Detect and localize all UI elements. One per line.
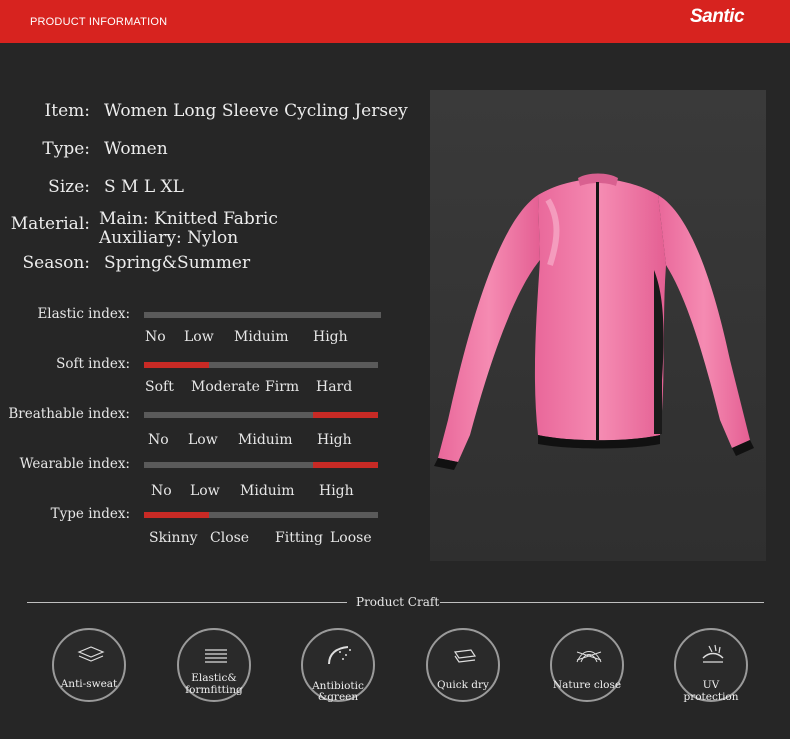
product-photo [430,90,766,561]
wearable-index-label: Wearable index: [19,456,130,472]
spec-material-label: Material: [10,214,90,234]
breathable-index-label: Breathable index: [8,406,130,422]
soft-index-fill [144,362,209,368]
craft-nature-close: Nature close [550,628,624,702]
wearable-option: No [151,483,172,499]
spec-type-value: Women [104,139,168,159]
spec-season-value: Spring&Summer [104,253,251,273]
craft-label: Quick dry [437,679,489,691]
craft-anti-sweat: Anti-sweat [52,628,126,702]
wearable-option: High [319,483,354,499]
craft-elastic: Elastic& formfitting [177,628,251,702]
breathable-index-bar [144,412,378,418]
elastic-option: High [313,329,348,345]
craft-label: UV protection [683,679,739,703]
spec-item-label: Item: [44,101,90,121]
header-title: PRODUCT INFORMATION [30,16,168,28]
type-option: Close [210,530,250,546]
soft-index-label: Soft index: [56,356,130,372]
wearable-option: Miduim [240,483,295,499]
type-index-bar [144,512,378,518]
header-bar: PRODUCT INFORMATION Santic [0,0,790,43]
elastic-index-label: Elastic index: [37,306,130,322]
type-option: Fitting [275,530,323,546]
craft-uv-protection: UV protection [674,628,748,703]
craft-label-2: formfitting [185,684,243,696]
soft-index-bar [144,362,378,368]
anti-sweat-icon [77,646,105,662]
soft-option: Firm [265,379,300,395]
spec-season-label: Season: [22,253,90,273]
spec-material-value-2: Auxiliary: Nylon [99,228,239,248]
breathable-index-fill [313,412,378,418]
craft-label: Elastic& [191,672,237,684]
breathable-option: No [148,432,169,448]
type-index-fill [144,512,209,518]
brand-logo[interactable]: Santic [690,6,745,28]
spec-material-value: Main: Knitted Fabric [99,209,278,229]
cycling-jersey-icon [434,173,754,470]
craft-divider-left [27,602,347,603]
antibiotic-icon [328,646,351,665]
quick-dry-icon [453,649,477,663]
craft-quick-dry: Quick dry [426,628,500,702]
elastic-option: No [145,329,166,345]
spec-item-value: Women Long Sleeve Cycling Jersey [104,101,408,121]
craft-label: Nature close [552,679,622,691]
elastic-icon [205,649,227,663]
type-option: Skinny [149,530,198,546]
wearable-option: Low [190,483,220,499]
soft-option: Soft [145,379,174,395]
breathable-option: Miduim [238,432,293,448]
wearable-index-fill [313,462,378,468]
type-option: Loose [330,530,372,546]
craft-divider-right [440,602,764,603]
wearable-index-bar [144,462,378,468]
spec-size-label: Size: [48,177,90,197]
elastic-option: Miduim [234,329,289,345]
uv-protection-icon [702,644,724,663]
breathable-option: Low [188,432,218,448]
spec-type-label: Type: [42,139,90,159]
soft-option: Hard [316,379,353,395]
breathable-option: High [317,432,352,448]
craft-title: Product Craft [356,595,440,609]
craft-label-2: &green [317,691,359,703]
craft-antibiotic: Antibiotic &green [301,628,375,703]
type-index-label: Type index: [50,506,130,522]
soft-option: Moderate [191,379,260,395]
elastic-option: Low [184,329,214,345]
nature-close-icon [576,651,602,663]
craft-label: Anti-sweat [60,678,118,690]
elastic-index-bar [144,312,381,318]
spec-size-value: S M L XL [104,177,184,197]
